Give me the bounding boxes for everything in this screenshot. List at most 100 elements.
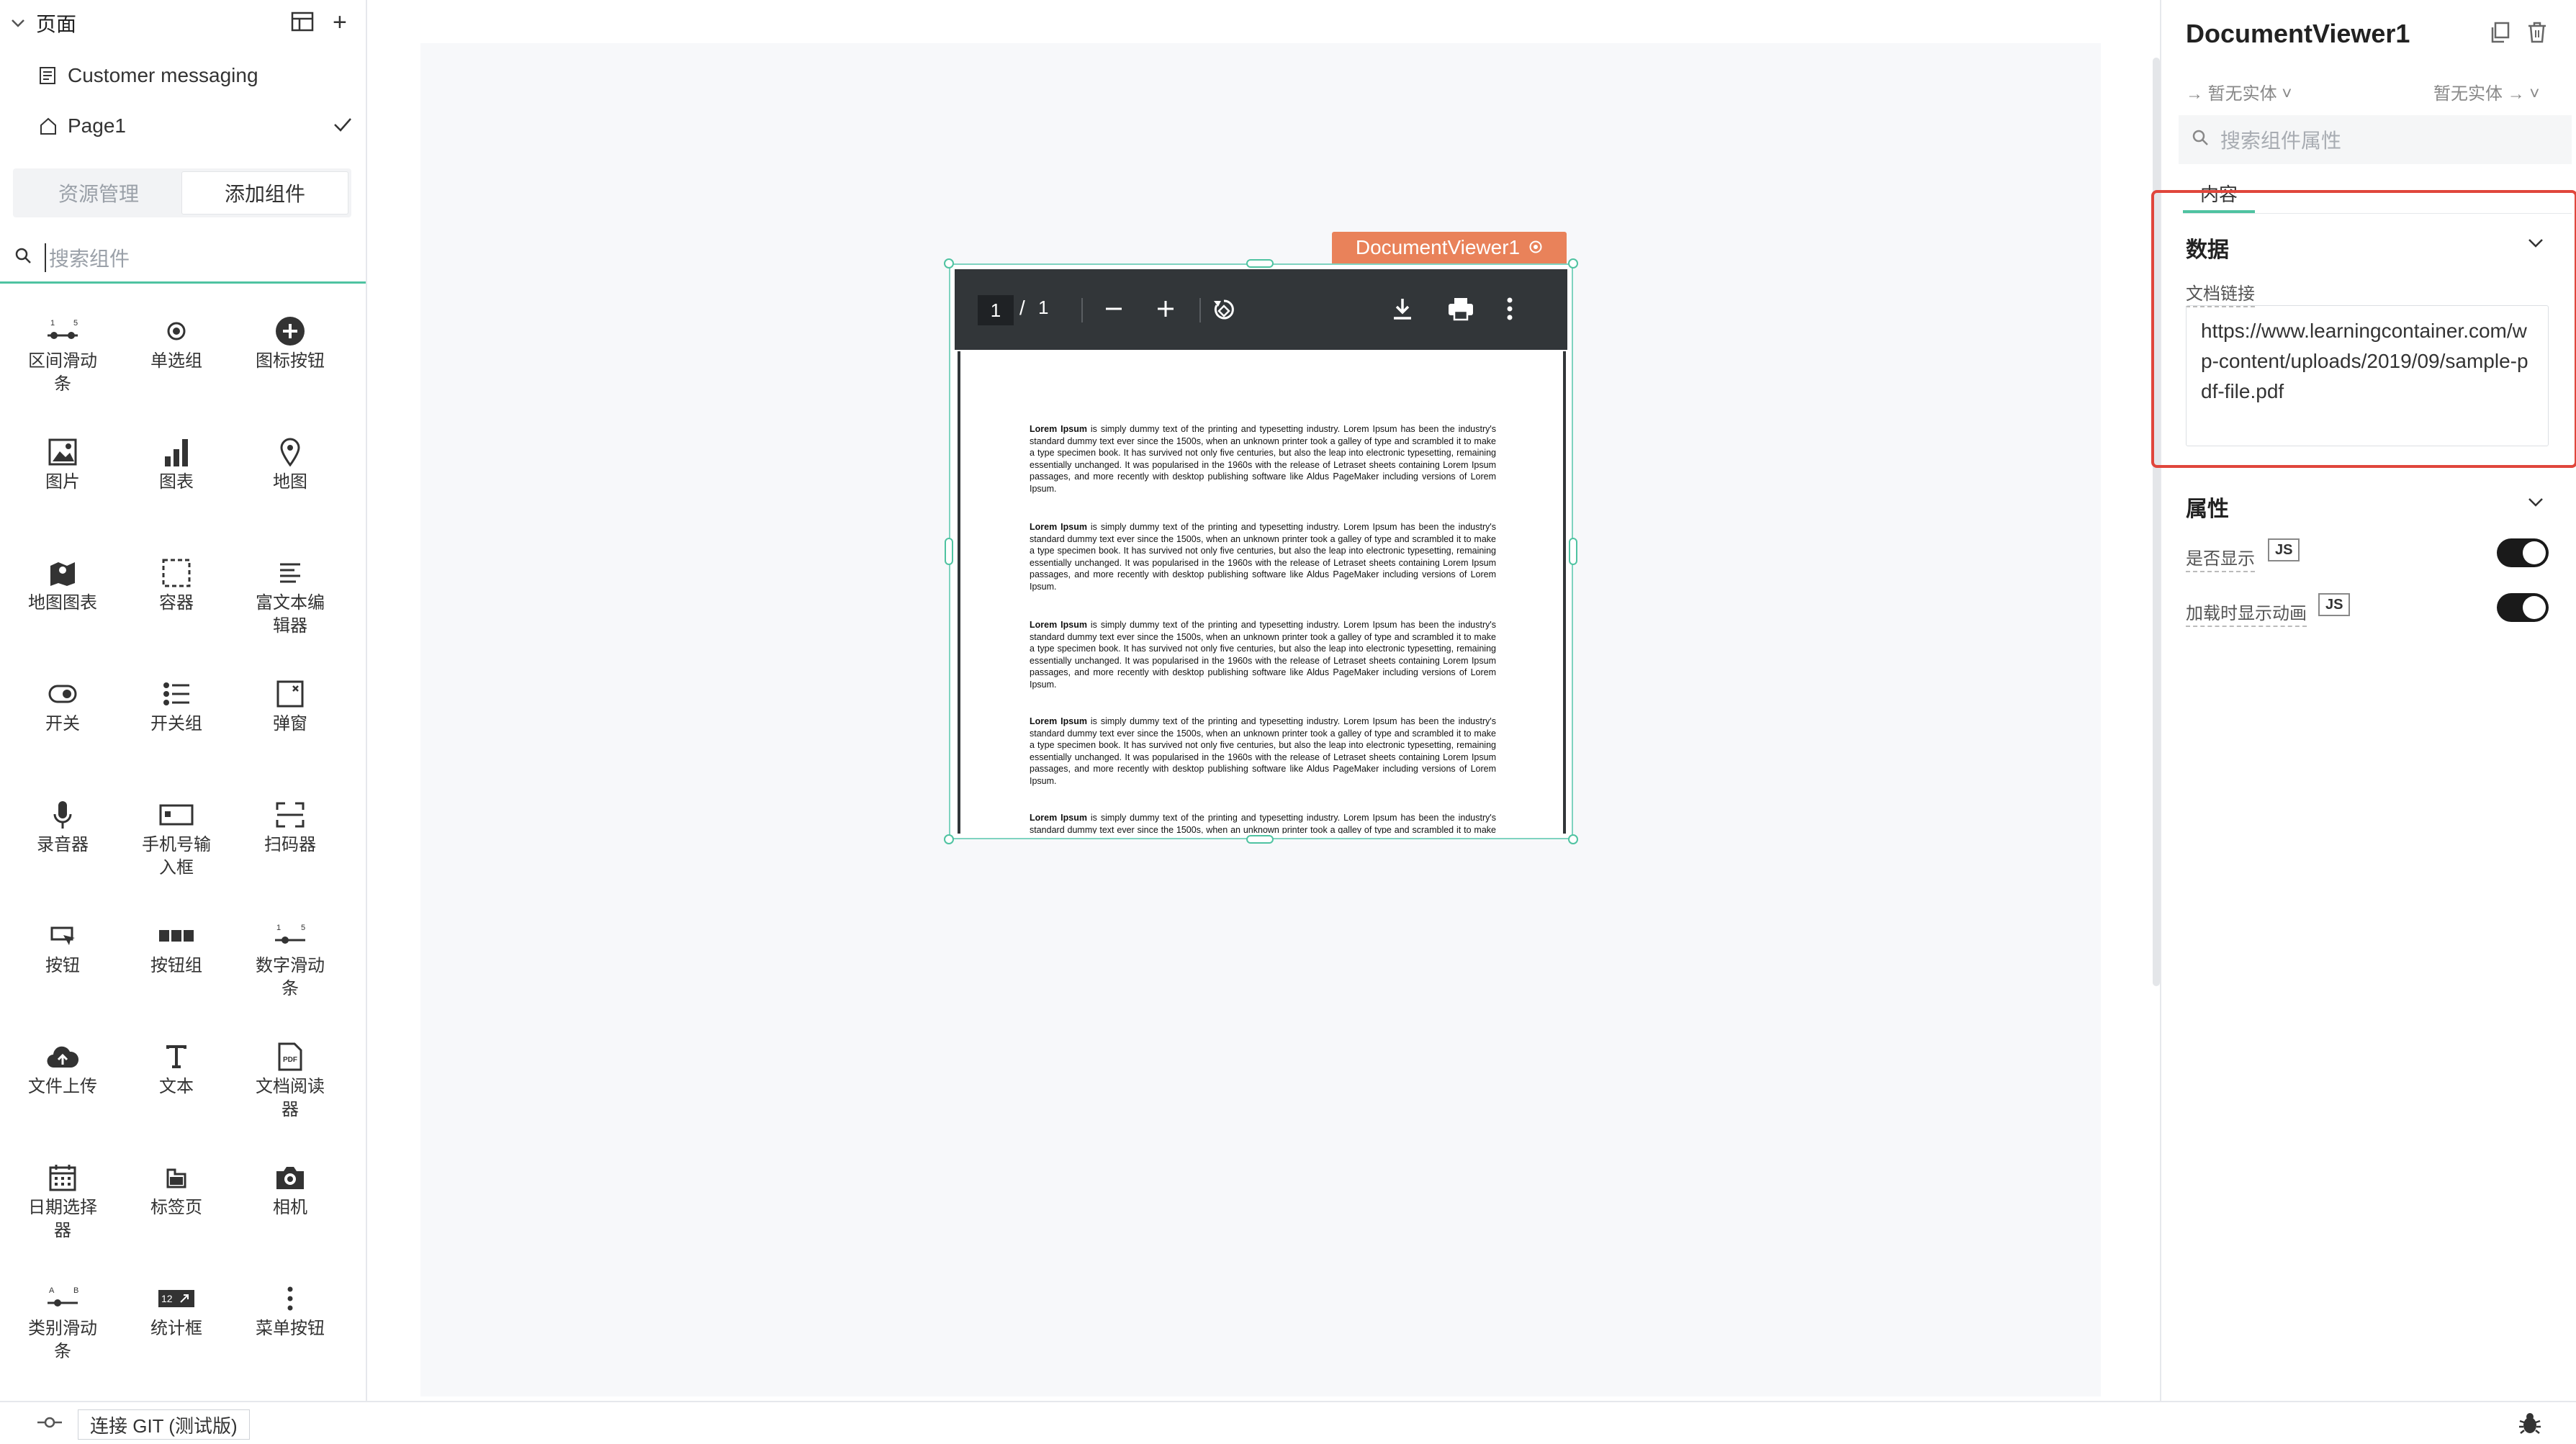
section-data-title[interactable]: 数据 xyxy=(2186,232,2229,263)
resize-handle[interactable] xyxy=(944,834,954,844)
component-file-upload[interactable]: 文件上传 xyxy=(6,1038,120,1153)
component-chart[interactable]: 图表 xyxy=(120,433,233,549)
resize-handle[interactable] xyxy=(1568,834,1578,844)
component-modal[interactable]: 弹窗 xyxy=(233,675,347,790)
entity-label: 暂无实体 xyxy=(2433,84,2503,104)
component-tag[interactable]: DocumentViewer1 xyxy=(1332,232,1567,263)
camera-icon xyxy=(233,1159,347,1196)
visible-toggle[interactable] xyxy=(2497,538,2549,567)
component-number-slider[interactable]: 15 数字滑动条 xyxy=(233,917,347,1032)
arrow-right-icon: → xyxy=(2186,84,2208,104)
number-slider-icon: 15 xyxy=(233,917,347,955)
connect-git-button[interactable]: 连接 GIT (测试版) xyxy=(78,1409,250,1440)
microphone-icon xyxy=(6,796,120,834)
pdf-paragraph-text: is simply dummy text of the printing and… xyxy=(1030,813,1496,834)
component-label: 录音器 xyxy=(37,835,89,854)
component-switch[interactable]: 开关 xyxy=(6,675,120,790)
component-category-slider[interactable]: AB 类别滑动条 xyxy=(6,1280,120,1395)
component-tag-label: DocumentViewer1 xyxy=(1355,236,1521,258)
js-toggle-button[interactable]: JS xyxy=(2268,538,2300,561)
component-camera[interactable]: 相机 xyxy=(233,1159,347,1274)
component-rich-text[interactable]: 富文本编辑器 xyxy=(233,554,347,669)
component-container[interactable]: 容器 xyxy=(120,554,233,669)
pdf-paragraph-lead: Lorem Ipsum xyxy=(1030,813,1087,823)
component-phone-input[interactable]: 手机号输入框 xyxy=(120,796,233,911)
pdf-paragraph-lead: Lorem Ipsum xyxy=(1030,424,1087,434)
component-title[interactable]: DocumentViewer1 xyxy=(2186,19,2410,49)
component-label: 区间滑动条 xyxy=(28,351,97,394)
component-label: 标签页 xyxy=(150,1198,202,1217)
target-icon[interactable] xyxy=(1528,236,1543,259)
search-input[interactable]: 搜索组件 xyxy=(45,243,130,272)
component-tabs[interactable]: 标签页 xyxy=(120,1159,233,1274)
search-input[interactable]: 搜索组件属性 xyxy=(2220,125,2341,154)
resize-handle[interactable] xyxy=(1246,259,1274,268)
component-text[interactable]: 文本 xyxy=(120,1038,233,1153)
resize-handle[interactable] xyxy=(945,538,953,565)
component-scanner[interactable]: 扫码器 xyxy=(233,796,347,911)
page-item-label: Page1 xyxy=(68,114,126,137)
rotate-icon[interactable] xyxy=(1211,297,1237,326)
add-page-icon[interactable]: + xyxy=(333,10,347,35)
section-props-title[interactable]: 属性 xyxy=(2186,491,2229,523)
resize-handle[interactable] xyxy=(1568,258,1578,269)
entity-selector-right[interactable]: 暂无实体 → ˅ xyxy=(2433,79,2539,104)
more-options-icon[interactable] xyxy=(1506,297,1513,325)
component-button[interactable]: 按钮 xyxy=(6,917,120,1032)
chevron-down-icon: ˅ xyxy=(2276,84,2292,104)
download-icon[interactable] xyxy=(1391,297,1414,325)
zoom-in-icon[interactable] xyxy=(1155,298,1176,323)
chevron-down-icon[interactable] xyxy=(2527,497,2544,512)
component-label: 文件上传 xyxy=(28,1077,97,1096)
svg-text:PDF: PDF xyxy=(283,1056,297,1064)
animation-toggle[interactable] xyxy=(2497,593,2549,622)
component-switch-group[interactable]: 开关组 xyxy=(120,675,233,790)
tab-add-component[interactable]: 添加组件 xyxy=(181,171,348,215)
component-menu-button[interactable]: 菜单按钮 xyxy=(233,1280,347,1395)
property-search[interactable]: 搜索组件属性 xyxy=(2179,115,2572,164)
bug-icon[interactable] xyxy=(2517,1411,2543,1440)
chevron-down-icon[interactable] xyxy=(2527,238,2544,253)
component-radio-group[interactable]: 单选组 xyxy=(120,312,233,428)
component-label: 弹窗 xyxy=(273,714,307,734)
resize-handle[interactable] xyxy=(944,258,954,269)
page-number-input[interactable]: 1 xyxy=(978,295,1014,325)
component-search[interactable]: 搜索组件 xyxy=(0,233,366,284)
pdf-paragraph-text: is simply dummy text of the printing and… xyxy=(1030,522,1496,592)
toggle-icon xyxy=(6,675,120,713)
component-icon-button[interactable]: 图标按钮 xyxy=(233,312,347,428)
zoom-out-icon[interactable] xyxy=(1103,298,1125,323)
component-button-group[interactable]: 按钮组 xyxy=(120,917,233,1032)
tab-resources[interactable]: 资源管理 xyxy=(16,171,181,215)
js-toggle-button[interactable]: JS xyxy=(2318,593,2351,616)
component-range-slider[interactable]: 15 区间滑动条 xyxy=(6,312,120,428)
component-date-picker[interactable]: 日期选择器 xyxy=(6,1159,120,1274)
entity-selector-left[interactable]: → 暂无实体 ˅ xyxy=(2186,79,2292,104)
doc-link-input[interactable]: https://www.learningcontainer.com/wp-con… xyxy=(2186,305,2549,446)
component-image[interactable]: 图片 xyxy=(6,433,120,549)
resize-handle[interactable] xyxy=(1246,835,1274,844)
delete-icon[interactable] xyxy=(2527,22,2547,47)
page-item-customer-messaging[interactable]: Customer messaging xyxy=(0,50,366,101)
pdf-icon: PDF xyxy=(233,1038,347,1075)
component-document-viewer[interactable]: PDF 文档阅读器 xyxy=(233,1038,347,1153)
layout-icon[interactable] xyxy=(291,12,314,35)
copy-icon[interactable] xyxy=(2490,22,2510,47)
chevron-down-icon[interactable] xyxy=(9,14,27,32)
component-label: 扫码器 xyxy=(264,835,316,854)
component-label: 类别滑动条 xyxy=(28,1319,97,1361)
plus-circle-icon xyxy=(233,312,347,350)
component-map-chart[interactable]: 地图图表 xyxy=(6,554,120,669)
resize-handle[interactable] xyxy=(1569,538,1577,565)
component-label: 单选组 xyxy=(150,351,202,371)
print-icon[interactable] xyxy=(1447,297,1474,325)
entity-label: 暂无实体 xyxy=(2207,84,2277,104)
button-icon xyxy=(6,917,120,955)
component-map[interactable]: 地图 xyxy=(233,433,347,549)
pdf-paragraph: Lorem Ipsum is simply dummy text of the … xyxy=(1030,619,1496,690)
component-label: 地图 xyxy=(273,472,307,492)
component-stat-box[interactable]: 12 统计框 xyxy=(120,1280,233,1395)
component-recorder[interactable]: 录音器 xyxy=(6,796,120,911)
page-item-page1[interactable]: Page1 xyxy=(0,101,366,151)
pages-header[interactable]: 页面 + xyxy=(0,0,366,46)
